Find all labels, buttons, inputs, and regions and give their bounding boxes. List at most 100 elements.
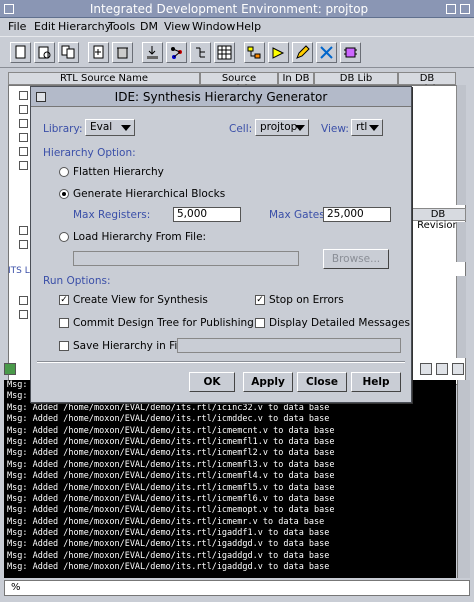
save-hier-input[interactable] <box>177 338 401 353</box>
open-file-icon <box>38 46 51 59</box>
menu-dm[interactable]: DM <box>140 20 158 33</box>
load-file-input[interactable] <box>73 251 299 266</box>
grid-icon <box>217 45 232 60</box>
toolbar-edit-button[interactable] <box>292 42 313 63</box>
strip-icon[interactable] <box>436 363 448 375</box>
generate-label[interactable]: Generate Hierarchical Blocks <box>73 188 225 200</box>
view-dropdown[interactable]: rtl <box>351 119 383 136</box>
menu-edit[interactable]: Edit <box>34 20 55 33</box>
col-header-in-db[interactable]: In DB <box>278 72 314 85</box>
display-msgs-label[interactable]: Display Detailed Messages <box>269 317 410 329</box>
command-input[interactable]: % <box>4 580 470 596</box>
load-label[interactable]: Load Hierarchy From File: <box>73 231 206 243</box>
console-line: Msg: Added /home/moxon/EVAL/demo/its.rtl… <box>7 414 330 425</box>
console-line: Msg: Added /home/moxon/EVAL/demo/its.rtl… <box>7 528 330 539</box>
toolbar-delete-button[interactable] <box>112 42 133 63</box>
toolbar-route-button[interactable] <box>268 42 289 63</box>
commit-label[interactable]: Commit Design Tree for Publishing <box>73 317 254 329</box>
row-checkbox[interactable] <box>19 105 28 114</box>
ok-button[interactable]: OK <box>189 372 235 392</box>
add-file-icon <box>93 45 104 59</box>
console-line: Msg: Added /home/moxon/EVAL/demo/its.rtl… <box>7 516 325 527</box>
dialog-titlebar[interactable]: IDE: Synthesis Hierarchy Generator <box>31 87 411 107</box>
menu-view[interactable]: View <box>164 20 190 33</box>
flow-icon <box>247 46 261 59</box>
cell-label: Cell: <box>229 123 253 135</box>
flatten-radio[interactable] <box>59 167 69 177</box>
console-line: Msg: Added /home/moxon/EVAL/demo/its.rtl… <box>7 448 335 459</box>
cell-dropdown[interactable]: projtop <box>255 119 309 136</box>
stop-errors-label[interactable]: Stop on Errors <box>269 294 344 306</box>
chevron-down-icon <box>121 125 131 131</box>
save-hier-label[interactable]: Save Hierarchy in File: <box>73 340 190 352</box>
close-button[interactable]: Close <box>297 372 347 392</box>
strip-icon[interactable] <box>452 363 464 375</box>
toolbar-copy-button[interactable] <box>58 42 79 63</box>
help-button[interactable]: Help <box>351 372 401 392</box>
col-header-rtl-source[interactable]: RTL Source Name <box>8 72 200 85</box>
row-checkbox[interactable] <box>19 133 28 142</box>
toolbar <box>0 36 474 68</box>
create-view-label[interactable]: Create View for Synthesis <box>73 294 208 306</box>
browse-button[interactable]: Browse... <box>323 249 389 269</box>
create-view-checkbox[interactable]: ✓ <box>59 295 69 305</box>
row-checkbox[interactable] <box>19 240 28 249</box>
chip-icon <box>344 47 357 58</box>
pencil-icon <box>296 45 310 59</box>
max-gates-label: Max Gates: <box>269 209 329 221</box>
tree-icon <box>196 47 205 58</box>
col-header-db-lib[interactable]: DB Lib <box>314 72 398 85</box>
col-header-source-revision[interactable]: Source Revision <box>200 72 278 95</box>
generate-radio[interactable] <box>59 189 69 199</box>
status-icon[interactable] <box>4 363 16 375</box>
dialog-divider <box>37 361 405 363</box>
toolbar-flow-button[interactable] <box>244 42 265 63</box>
max-gates-input[interactable]: 25,000 <box>323 207 391 222</box>
strip-icon[interactable] <box>420 363 432 375</box>
load-radio[interactable] <box>59 232 69 242</box>
toolbar-open-button[interactable] <box>34 42 55 63</box>
menu-file[interactable]: File <box>8 20 26 33</box>
copy-icon <box>61 45 75 59</box>
row-checkbox[interactable] <box>19 161 28 170</box>
menu-tools[interactable]: Tools <box>108 20 135 33</box>
toolbar-download-button[interactable] <box>142 42 163 63</box>
list-scrollbar-3[interactable] <box>456 276 466 358</box>
row-checkbox[interactable] <box>19 147 28 156</box>
row-checkbox[interactable] <box>19 296 28 305</box>
window-titlebar[interactable]: Integrated Development Environment: proj… <box>0 0 474 18</box>
menu-window[interactable]: Window <box>192 20 235 33</box>
flatten-label[interactable]: Flatten Hierarchy <box>73 166 164 178</box>
toolbar-tools-button[interactable] <box>316 42 337 63</box>
list-scrollbar[interactable] <box>456 85 466 205</box>
apply-button[interactable]: Apply <box>243 372 293 392</box>
chevron-down-icon <box>369 125 379 131</box>
max-registers-input[interactable]: 5,000 <box>173 207 241 222</box>
maximize-icon[interactable] <box>460 4 470 14</box>
row-checkbox[interactable] <box>19 310 28 319</box>
display-msgs-checkbox[interactable] <box>255 318 265 328</box>
save-hier-checkbox[interactable] <box>59 341 69 351</box>
menu-help[interactable]: Help <box>236 20 261 33</box>
library-dropdown[interactable]: Eval <box>85 119 135 136</box>
toolbar-chip-button[interactable] <box>340 42 361 63</box>
commit-checkbox[interactable] <box>59 318 69 328</box>
minimize-icon[interactable] <box>446 4 456 14</box>
row-checkbox[interactable] <box>19 119 28 128</box>
hierarchy-option-label: Hierarchy Option: <box>43 147 136 159</box>
list-scrollbar-2[interactable] <box>456 222 466 262</box>
console-scrollbar[interactable] <box>457 380 470 578</box>
toolbar-hier-button[interactable] <box>166 42 187 63</box>
toolbar-new-button[interactable] <box>10 42 31 63</box>
console-line: Msg: Added /home/moxon/EVAL/demo/its.rtl… <box>7 459 335 470</box>
toolbar-grid-button[interactable] <box>214 42 235 63</box>
row-checkbox[interactable] <box>19 226 28 235</box>
toolbar-tree-button[interactable] <box>190 42 211 63</box>
row-checkbox[interactable] <box>19 91 28 100</box>
col-header-db-revision[interactable]: DB Revision <box>398 72 456 95</box>
menu-hierarchy[interactable]: Hierarchy <box>58 20 111 33</box>
toolbar-add-button[interactable] <box>88 42 109 63</box>
message-console[interactable]: Msg: Added /home/moxon/EVAL/demo/its.rtl… <box>4 380 456 578</box>
stop-errors-checkbox[interactable]: ✓ <box>255 295 265 305</box>
secondary-col-header-db-revision[interactable]: DB Revision <box>410 208 466 231</box>
